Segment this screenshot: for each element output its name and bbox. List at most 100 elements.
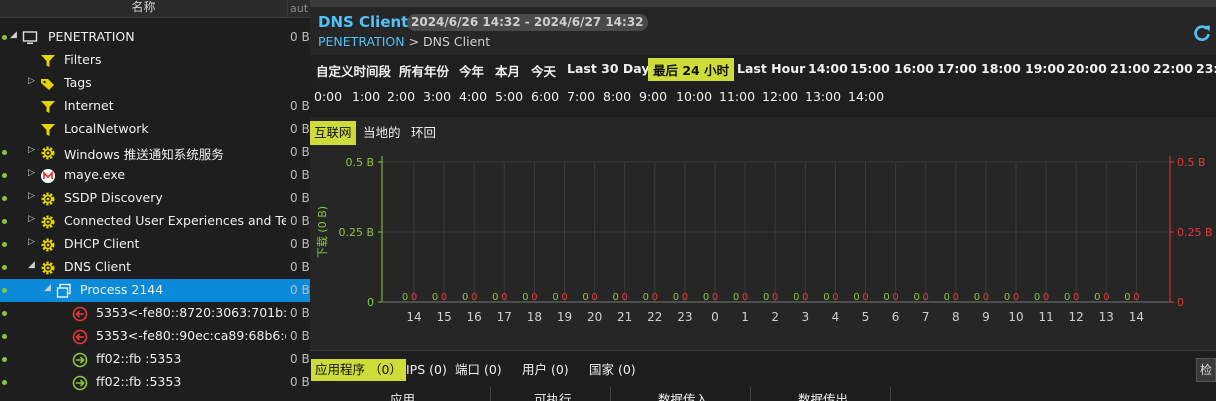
check-button[interactable]: 检 (1196, 358, 1216, 382)
x-tick-label: 11 (1038, 310, 1053, 324)
tree-row[interactable]: ◢ DNS Client 0 B (0, 256, 310, 279)
hour-option[interactable]: 2:00 (387, 89, 415, 104)
data-label-download: 0 (974, 292, 980, 303)
hour-option[interactable]: 9:00 (639, 89, 667, 104)
period-option[interactable]: 18:00 (981, 61, 1021, 76)
tree-row[interactable]: 5353<-fe80::90ec:ca89:68b6:dbb 0 B (0, 325, 310, 348)
tree-row[interactable]: ▷ SSDP Discovery 0 B (0, 187, 310, 210)
tree-row-size: 0 B (290, 260, 310, 274)
hour-option[interactable]: 12:00 (762, 89, 798, 104)
expand-arrow-icon[interactable]: ▷ (28, 237, 35, 247)
period-option[interactable]: 最后 24 小时 (648, 58, 735, 81)
collapse-arrow-icon[interactable]: ◢ (44, 283, 51, 293)
hour-option[interactable]: 4:00 (459, 89, 487, 104)
period-option[interactable]: 23:0 (1196, 61, 1216, 76)
period-option[interactable]: 今天 (531, 61, 556, 80)
hour-option[interactable]: 6:00 (531, 89, 559, 104)
period-option[interactable]: Last Hour (737, 61, 805, 76)
hour-option[interactable]: 3:00 (423, 89, 451, 104)
bottom-tab[interactable]: 国家 (0) (585, 359, 640, 381)
bottom-tab[interactable]: 应用程序 （0） (311, 359, 406, 381)
column-header[interactable]: 数据传入 (658, 389, 708, 401)
page-title: DNS Client (318, 13, 409, 31)
tree-row[interactable]: ▷ Windows 推送通知系统服务 0 B (0, 141, 310, 164)
bottom-tab[interactable]: 端口 (0) (451, 359, 506, 381)
period-option[interactable]: 自定义时间段 (316, 61, 391, 80)
network-tab[interactable]: 互联网 (310, 121, 356, 145)
collapse-arrow-icon[interactable]: ◢ (28, 260, 35, 270)
refresh-icon[interactable] (1192, 23, 1212, 43)
network-tab[interactable]: 当地的 (359, 121, 405, 145)
period-option[interactable]: 21:00 (1110, 61, 1150, 76)
expand-arrow-icon[interactable]: ▷ (28, 76, 35, 86)
tree-row[interactable]: ▷ DHCP Client 0 B (0, 233, 310, 256)
tree-row[interactable]: Filters (0, 49, 310, 72)
data-label-upload: 0 (1013, 292, 1019, 303)
period-option[interactable]: 20:00 (1067, 61, 1107, 76)
period-option[interactable]: 19:00 (1025, 61, 1065, 76)
y-tick-left-label: 0 (367, 296, 374, 309)
hour-option[interactable]: 11:00 (719, 89, 755, 104)
tree-row-label: ff02::fb :5353 (96, 374, 182, 389)
column-divider[interactable] (750, 387, 751, 401)
breadcrumb-root[interactable]: PENETRATION (318, 34, 405, 49)
tree-row[interactable]: ff02::fb :5353 0 B (0, 348, 310, 371)
bottom-tab[interactable]: IPS (0) (402, 359, 451, 381)
data-label-upload: 0 (1133, 292, 1139, 303)
expand-arrow-icon[interactable]: ▷ (28, 191, 35, 201)
column-header[interactable]: 数据传出 (798, 389, 848, 401)
y-axis-title: 下载 (0 B) (316, 206, 329, 258)
status-dot (2, 150, 7, 155)
column-divider[interactable] (610, 387, 611, 401)
period-option[interactable]: 17:00 (937, 61, 977, 76)
hour-option[interactable]: 10:00 (676, 89, 712, 104)
hour-option[interactable]: 8:00 (603, 89, 631, 104)
x-tick-label: 17 (497, 310, 512, 324)
hour-option[interactable]: 14:00 (848, 89, 884, 104)
data-label-download: 0 (733, 292, 739, 303)
collapse-arrow-icon[interactable]: ◢ (10, 30, 17, 40)
hour-option[interactable]: 0:00 (314, 89, 342, 104)
tree-row[interactable]: ◢ Process 2144 0 B (0, 279, 310, 302)
period-option[interactable]: 今年 (459, 61, 484, 80)
hour-option[interactable]: 7:00 (567, 89, 595, 104)
tree-row[interactable]: ▷ maye.exe 0 B (0, 164, 310, 187)
x-tick-label: 14 (406, 310, 421, 324)
tree-row-size: 0 B (290, 30, 310, 44)
period-option[interactable]: 所有年份 (399, 61, 449, 80)
period-option[interactable]: Last 30 Days (567, 61, 657, 76)
x-tick-label: 18 (527, 310, 542, 324)
period-option[interactable]: 本月 (495, 61, 520, 80)
tree-row[interactable]: 5353<-fe80::8720:3063:701b:e34 0 B (0, 302, 310, 325)
expand-arrow-icon[interactable]: ▷ (28, 145, 35, 155)
hour-option[interactable]: 1:00 (352, 89, 380, 104)
column-header[interactable]: 可执行 (534, 389, 572, 401)
network-tab[interactable]: 环回 (407, 121, 440, 145)
data-label-download: 0 (793, 292, 799, 303)
period-option[interactable]: 16:00 (894, 61, 934, 76)
data-label-download: 0 (1124, 292, 1130, 303)
bottom-tab[interactable]: 用户 (0) (518, 359, 573, 381)
data-label-upload: 0 (953, 292, 959, 303)
tree-row[interactable]: ▷ Tags (0, 72, 310, 95)
tree-row[interactable]: LocalNetwork 0 B (0, 118, 310, 141)
hour-option[interactable]: 5:00 (495, 89, 523, 104)
hour-option[interactable]: 13:00 (805, 89, 841, 104)
column-header[interactable]: 应用 (390, 389, 415, 401)
expand-arrow-icon[interactable]: ▷ (28, 168, 35, 178)
period-option[interactable]: 14:00 (808, 61, 848, 76)
column-header-extra[interactable]: aut (290, 2, 308, 15)
tree-row[interactable]: Internet 0 B (0, 95, 310, 118)
tree-row[interactable]: ▷ Connected User Experiences and Tele 0 B (0, 210, 310, 233)
period-option[interactable]: 22:00 (1153, 61, 1193, 76)
period-option[interactable]: 15:00 (850, 61, 890, 76)
tree-row[interactable]: ◢ PENETRATION 0 B (0, 26, 310, 49)
traffic-chart: 00.25 B0.5 B00.25 B0.5 B下载 (0 B)140 0150 0… (316, 156, 1213, 324)
column-header-name[interactable]: 名称 (0, 0, 288, 18)
tree-row[interactable]: ff02::fb :5353 0 B (0, 371, 310, 394)
column-divider[interactable] (890, 387, 891, 401)
expand-arrow-icon[interactable]: ▷ (28, 214, 35, 224)
column-divider[interactable] (490, 387, 491, 401)
x-tick-label: 13 (1099, 310, 1114, 324)
data-label-download: 0 (432, 292, 438, 303)
